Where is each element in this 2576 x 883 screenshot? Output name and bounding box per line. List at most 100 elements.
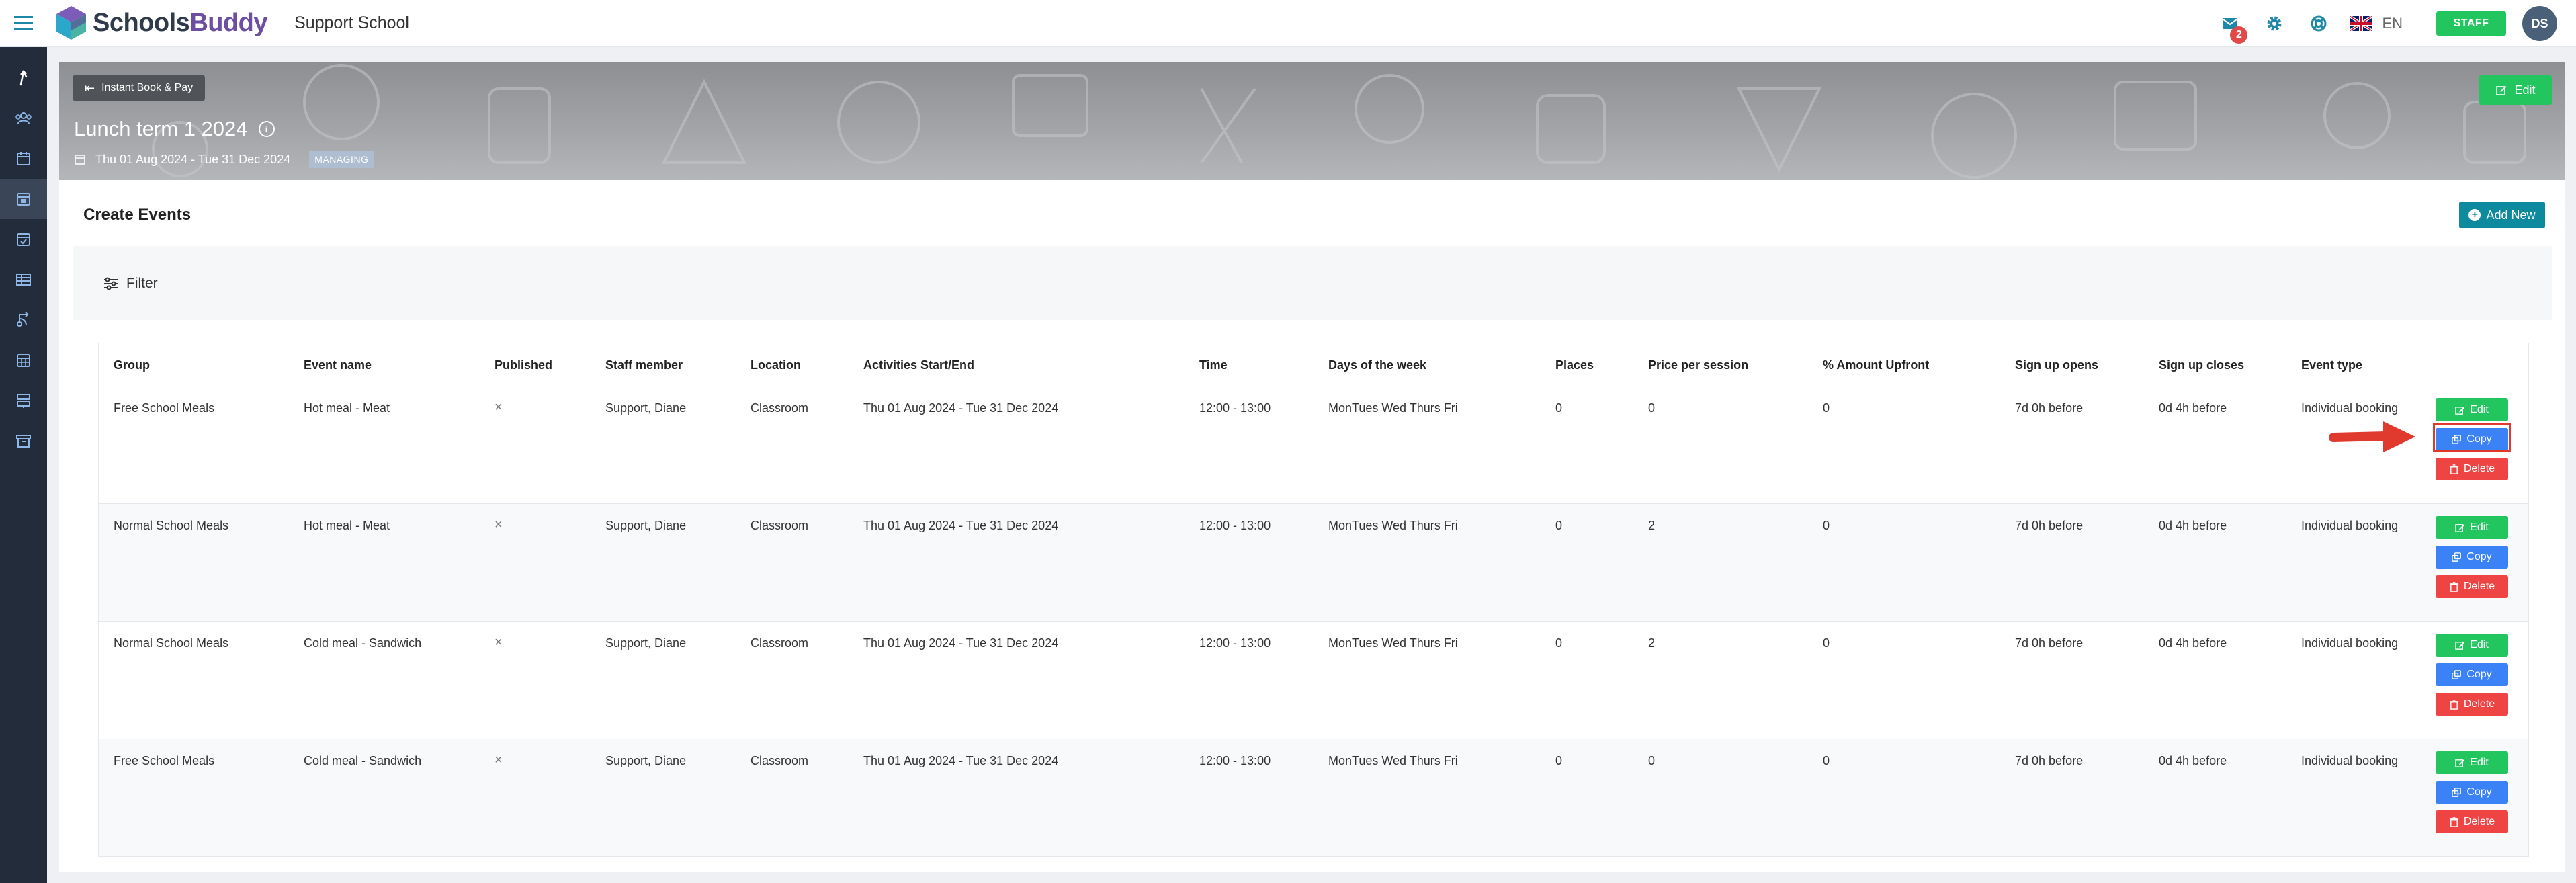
logo-text-buddy: Buddy: [189, 8, 268, 37]
cell-event-name: Hot meal - Meat: [304, 401, 390, 415]
settings-button[interactable]: [2261, 10, 2288, 37]
plus-circle-icon: +: [2468, 209, 2481, 221]
cell-time: 12:00 - 13:00: [1199, 754, 1271, 767]
delete-event-button[interactable]: Delete: [2436, 810, 2508, 833]
copy-event-button[interactable]: Copy: [2436, 781, 2508, 804]
cell-location: Classroom: [750, 401, 809, 415]
copy-label: Copy: [2466, 669, 2492, 680]
sidebar-item-archive[interactable]: [0, 421, 47, 461]
language-label: EN: [2382, 15, 2403, 32]
cell-price-per-session: 2: [1648, 636, 1656, 650]
cell-event-name: Cold meal - Sandwich: [304, 754, 422, 767]
top-bar: SchoolsBuddy Support School 2 EN STAFF D…: [0, 0, 2576, 47]
lifebuoy-icon: [2311, 15, 2327, 32]
cell-event-type: Individual booking: [2301, 401, 2399, 415]
gear-icon: [2267, 16, 2282, 31]
back-button[interactable]: ⇤ Instant Book & Pay: [73, 75, 206, 101]
sidebar-item-calendar[interactable]: [0, 138, 47, 179]
cell-activities-start-end: Thu 01 Aug 2024 - Tue 31 Dec 2024: [863, 519, 1059, 532]
edit-label: Edit: [2470, 639, 2489, 650]
column-header-staff-member: Staff member: [605, 358, 683, 372]
sidebar-item-people[interactable]: [0, 98, 47, 138]
column-header-group: Group: [114, 358, 150, 372]
cell-sign-up-closes: 0d 4h before: [2159, 519, 2227, 532]
edit-activity-button[interactable]: Edit: [2479, 75, 2552, 105]
route-icon: [17, 312, 30, 327]
edit-event-button[interactable]: Edit: [2436, 751, 2508, 774]
copy-icon: [2452, 787, 2462, 797]
hamburger-icon: [14, 16, 33, 30]
edit-label: Edit: [2470, 521, 2489, 533]
staff-role-button[interactable]: STAFF: [2436, 11, 2506, 36]
upload-icon: [19, 70, 28, 86]
cell-amount-upfront: 0: [1823, 519, 1830, 532]
delete-event-button[interactable]: Delete: [2436, 458, 2508, 480]
edit-icon: [2455, 406, 2465, 415]
edit-event-button[interactable]: Edit: [2436, 398, 2508, 421]
cell-places: 0: [1555, 401, 1563, 415]
cell-sign-up-closes: 0d 4h before: [2159, 754, 2227, 767]
edit-event-button[interactable]: Edit: [2436, 634, 2508, 657]
cell-sign-up-opens: 7d 0h before: [2015, 754, 2084, 767]
copy-icon: [2452, 669, 2462, 679]
cell-group: Normal School Meals: [114, 636, 229, 650]
cell-group: Free School Meals: [114, 401, 215, 415]
table-row: Free School Meals Cold meal - Sandwich × Su…: [99, 739, 2528, 857]
page-title-text: Lunch term 1 2024: [74, 117, 248, 140]
sidebar-item-route[interactable]: [0, 300, 47, 340]
sidebar-item-schedule[interactable]: [0, 340, 47, 380]
support-button[interactable]: [2305, 10, 2332, 37]
cell-sign-up-opens: 7d 0h before: [2015, 401, 2084, 415]
cell-location: Classroom: [750, 519, 809, 532]
sidebar-item-bookings[interactable]: [0, 219, 47, 259]
logo[interactable]: SchoolsBuddy: [55, 5, 268, 41]
filter-toggle[interactable]: Filter: [103, 276, 158, 292]
cell-days-of-week: MonTues Wed Thurs Fri: [1328, 636, 1458, 650]
info-icon[interactable]: i: [258, 121, 275, 137]
mail-button[interactable]: 2: [2217, 10, 2248, 44]
main-content: Create Events + Add New Filter Group Even…: [59, 180, 2565, 872]
cell-amount-upfront: 0: [1823, 401, 1830, 415]
language-selector[interactable]: EN: [2350, 15, 2403, 32]
cell-staff-member: Support, Diane: [605, 519, 687, 532]
status-badge: MANAGING: [309, 151, 374, 168]
column-header-event-name: Event name: [304, 358, 372, 372]
delete-event-button[interactable]: Delete: [2436, 693, 2508, 716]
sidebar-item-table[interactable]: [0, 259, 47, 300]
menu-toggle-button[interactable]: [0, 0, 47, 46]
cell-sign-up-opens: 7d 0h before: [2015, 519, 2084, 532]
sidebar-item-events[interactable]: [0, 179, 47, 219]
cell-group: Normal School Meals: [114, 519, 229, 532]
logo-icon: [56, 6, 86, 40]
sidebar-item-upload[interactable]: [0, 58, 47, 98]
cell-event-name: Hot meal - Meat: [304, 519, 390, 532]
column-header-activities-start-end: Activities Start/End: [863, 358, 975, 372]
cell-activities-start-end: Thu 01 Aug 2024 - Tue 31 Dec 2024: [863, 401, 1059, 415]
cell-days-of-week: MonTues Wed Thurs Fri: [1328, 519, 1458, 532]
copy-event-button[interactable]: Copy: [2436, 663, 2508, 686]
column-header-sign-up-opens: Sign up opens: [2015, 358, 2098, 372]
delete-label: Delete: [2463, 816, 2495, 827]
add-new-button[interactable]: + Add New: [2459, 202, 2545, 228]
mail-badge: 2: [2230, 26, 2248, 44]
edit-activity-label: Edit: [2514, 83, 2536, 97]
sidebar: [0, 47, 47, 883]
cell-time: 12:00 - 13:00: [1199, 519, 1271, 532]
copy-label: Copy: [2466, 551, 2492, 562]
cell-group: Free School Meals: [114, 754, 215, 767]
sidebar-item-server[interactable]: [0, 380, 47, 421]
edit-event-button[interactable]: Edit: [2436, 516, 2508, 539]
cell-days-of-week: MonTues Wed Thurs Fri: [1328, 401, 1458, 415]
delete-event-button[interactable]: Delete: [2436, 575, 2508, 598]
column-header-event-type: Event type: [2301, 358, 2363, 372]
calendar-check-icon: [17, 193, 30, 206]
avatar[interactable]: DS: [2522, 6, 2557, 41]
copy-event-button[interactable]: Copy: [2436, 546, 2508, 569]
unpublished-icon: ×: [495, 517, 503, 532]
cell-places: 0: [1555, 519, 1563, 532]
cell-staff-member: Support, Diane: [605, 754, 687, 767]
people-icon: [15, 112, 32, 124]
cell-price-per-session: 2: [1648, 519, 1656, 532]
filter-panel: Filter: [73, 246, 2552, 320]
edit-label: Edit: [2470, 757, 2489, 768]
